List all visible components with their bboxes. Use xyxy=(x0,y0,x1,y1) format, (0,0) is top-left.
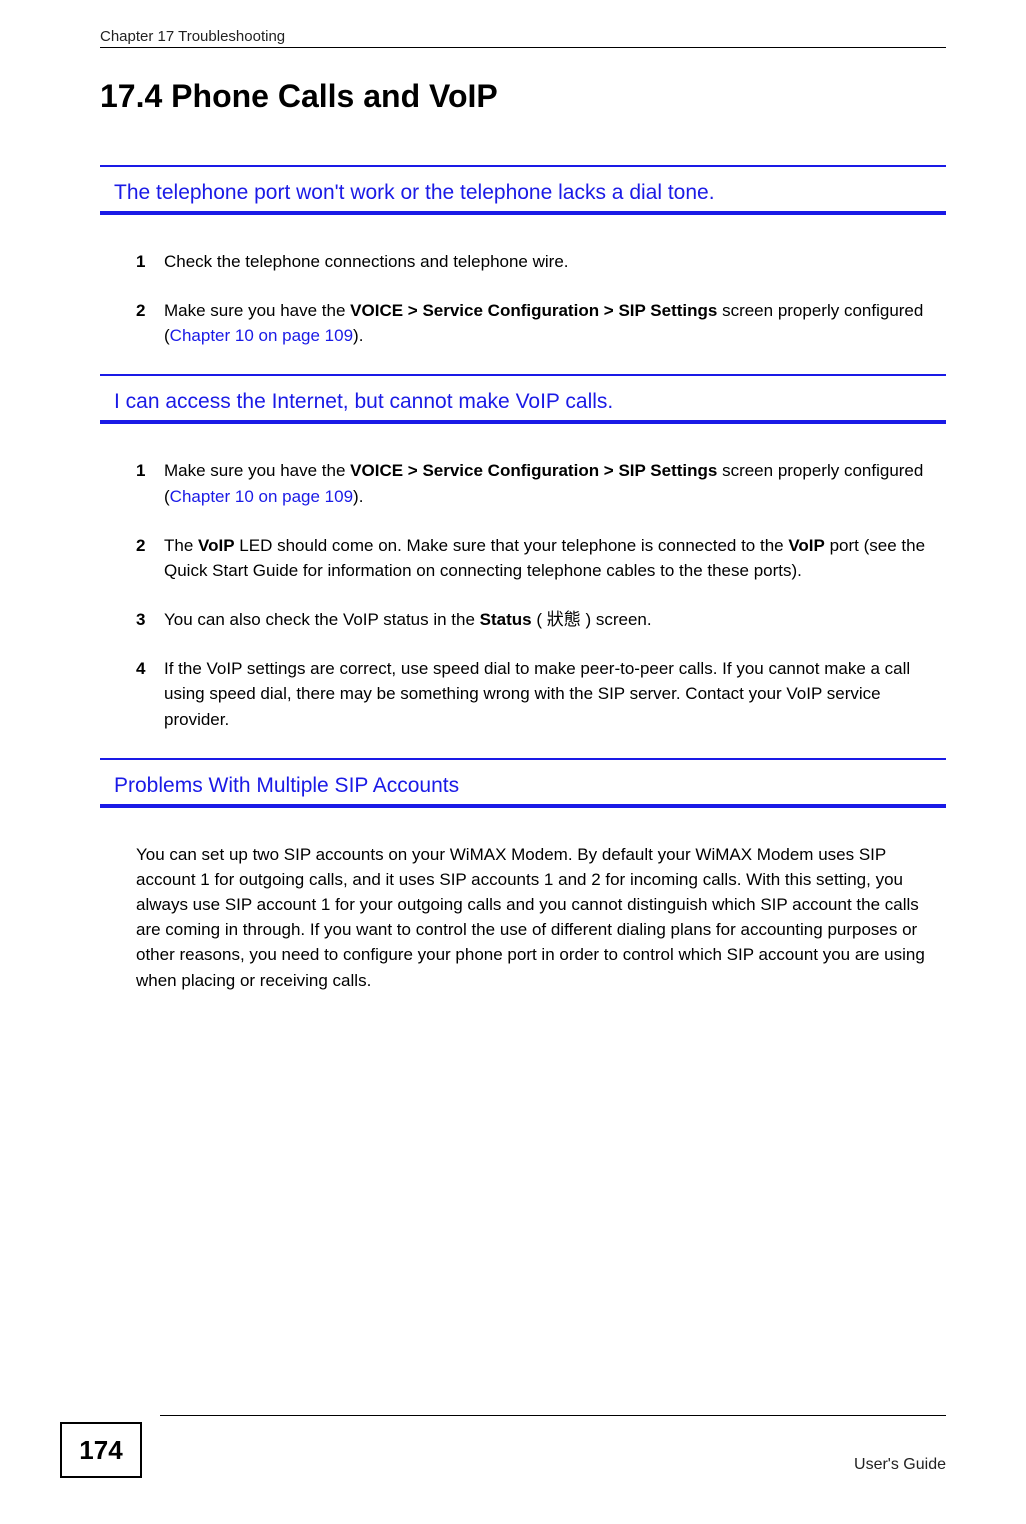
list-item: 2 The VoIP LED should come on. Make sure… xyxy=(136,533,946,583)
list-item: 2 Make sure you have the VOICE > Service… xyxy=(136,298,946,348)
steps-list-2: 1 Make sure you have the VOICE > Service… xyxy=(100,458,946,731)
cross-ref-link[interactable]: Chapter 10 on page 109 xyxy=(170,487,353,506)
step-number: 2 xyxy=(136,533,145,558)
callout-label: Problems With Multiple SIP Accounts xyxy=(100,770,946,798)
list-item: 4 If the VoIP settings are correct, use … xyxy=(136,656,946,731)
page-number: 174 xyxy=(79,1435,122,1466)
callout-cannot-voip: I can access the Internet, but cannot ma… xyxy=(100,374,946,424)
step-text: The VoIP LED should come on. Make sure t… xyxy=(164,536,925,580)
callout-bottom-rule xyxy=(100,420,946,424)
callout-top-rule xyxy=(100,374,946,376)
step-text: Make sure you have the VOICE > Service C… xyxy=(164,461,923,505)
callout-top-rule xyxy=(100,165,946,167)
body-paragraph: You can set up two SIP accounts on your … xyxy=(100,842,946,993)
list-item: 1 Check the telephone connections and te… xyxy=(136,249,946,274)
callout-top-rule xyxy=(100,758,946,760)
page-footer: 174 User's Guide xyxy=(0,1407,1026,1478)
steps-list-1: 1 Check the telephone connections and te… xyxy=(100,249,946,348)
callout-bottom-rule xyxy=(100,211,946,215)
step-number: 3 xyxy=(136,607,145,632)
callout-multiple-sip: Problems With Multiple SIP Accounts xyxy=(100,758,946,808)
callout-label: The telephone port won't work or the tel… xyxy=(100,177,946,205)
footer-rule xyxy=(160,1415,946,1416)
callout-label: I can access the Internet, but cannot ma… xyxy=(100,386,946,414)
step-text: Make sure you have the VOICE > Service C… xyxy=(164,301,923,345)
page-number-box: 174 xyxy=(60,1422,142,1478)
step-number: 1 xyxy=(136,458,145,483)
step-text: You can also check the VoIP status in th… xyxy=(164,610,652,629)
callout-bottom-rule xyxy=(100,804,946,808)
running-header: Chapter 17 Troubleshooting xyxy=(100,28,946,45)
step-number: 2 xyxy=(136,298,145,323)
step-text: If the VoIP settings are correct, use sp… xyxy=(164,659,910,728)
header-rule xyxy=(100,47,946,48)
list-item: 3 You can also check the VoIP status in … xyxy=(136,607,946,632)
callout-no-dial-tone: The telephone port won't work or the tel… xyxy=(100,165,946,215)
section-heading: 17.4 Phone Calls and VoIP xyxy=(100,78,946,115)
step-text: Check the telephone connections and tele… xyxy=(164,252,569,271)
guide-label: User's Guide xyxy=(854,1456,946,1478)
list-item: 1 Make sure you have the VOICE > Service… xyxy=(136,458,946,508)
step-number: 4 xyxy=(136,656,145,681)
step-number: 1 xyxy=(136,249,145,274)
cross-ref-link[interactable]: Chapter 10 on page 109 xyxy=(170,326,353,345)
